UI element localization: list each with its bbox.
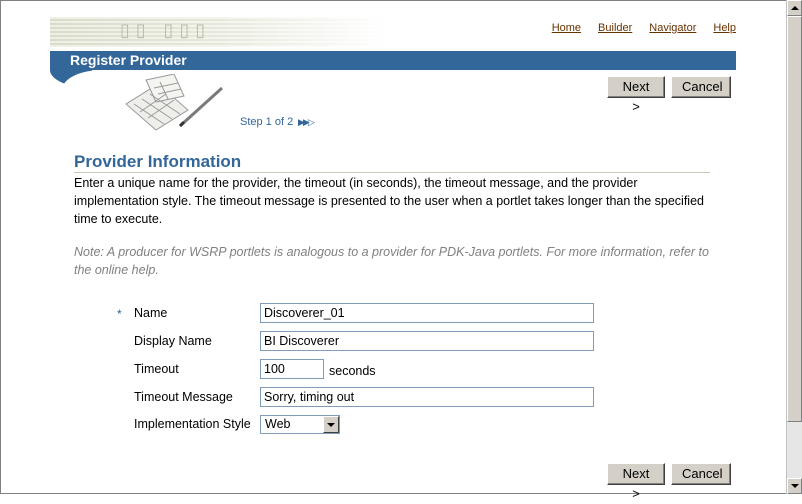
step-indicator: Step 1 of 2 [240,116,294,128]
timeout-unit: seconds [329,364,376,378]
spreadsheet-illustration-icon [125,74,224,131]
global-navigation: Home Builder Navigator Help [552,22,736,34]
note-text: Note: A producer for WSRP portlets is an… [74,245,709,277]
next-button-top[interactable]: Next > [607,76,665,114]
nav-help-link[interactable]: Help [713,22,736,34]
nav-navigator-link[interactable]: Navigator [649,22,696,34]
timeout-message-label: Timeout Message [134,390,233,404]
instruction-text: Enter a unique name for the provider, th… [74,176,704,226]
scroll-down-button[interactable] [787,478,802,494]
name-input[interactable] [260,303,594,323]
timeout-input[interactable] [260,359,324,379]
name-label: Name [134,306,168,320]
implementation-style-select[interactable]: Web [260,415,340,434]
scrollbar-thumb[interactable] [787,16,802,422]
cancel-button-top[interactable]: Cancel [671,76,731,98]
next-button-bottom[interactable]: Next > [607,463,665,501]
branding-banner: ▯▯ ▯▯▯ [50,17,386,47]
timeout-label: Timeout [134,362,179,376]
banner-stripes [50,17,386,47]
nav-builder-link[interactable]: Builder [598,22,632,34]
arrow-down-icon [791,484,799,488]
required-asterisk-icon: * [117,307,122,321]
page-title-bar: Register Provider [50,51,736,70]
display-name-label: Display Name [134,334,212,348]
cancel-button-bottom[interactable]: Cancel [671,463,731,485]
logo-icon: ▯▯ ▯▯▯ [120,20,212,41]
section-title: Provider Information [74,152,242,171]
page-title: Register Provider [70,52,187,68]
dropdown-arrow-button[interactable] [323,416,339,433]
implementation-style-label: Implementation Style [134,417,251,431]
section-divider [74,172,710,173]
display-name-input[interactable] [260,331,594,351]
step-arrows-icon: ▶▶▷ [298,117,315,127]
timeout-message-input[interactable] [260,387,594,407]
scroll-up-button[interactable] [787,0,802,16]
chevron-down-icon [327,423,335,427]
vertical-scrollbar[interactable] [786,0,802,494]
arrow-up-icon [791,6,799,10]
implementation-style-value: Web [265,417,291,431]
nav-home-link[interactable]: Home [552,22,581,34]
